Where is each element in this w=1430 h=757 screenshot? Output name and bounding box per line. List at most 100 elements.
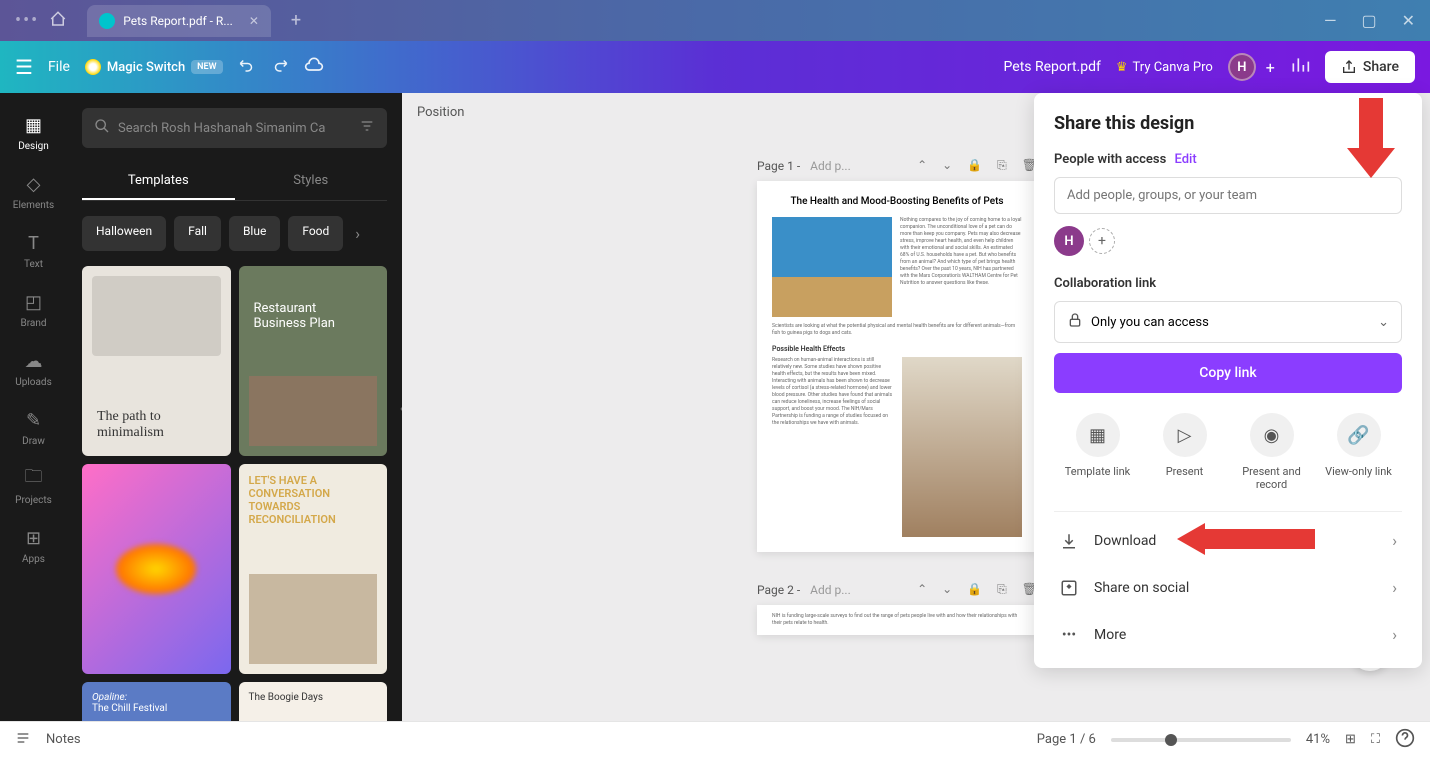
annotation-arrow-download [1177,523,1315,555]
page-up-icon[interactable]: ⌃ [917,582,927,597]
page-indicator[interactable]: Page 1 / 6 [1037,732,1096,747]
redo-icon[interactable] [271,56,289,78]
maximize-icon[interactable]: ▢ [1361,11,1376,30]
lock-icon [1067,312,1083,332]
brand-icon: ◰ [22,290,46,314]
action-label: Share on social [1094,580,1189,596]
present-record-option[interactable]: ◉ Present and record [1232,413,1312,491]
doc-image-dog [902,357,1022,537]
add-user-icon[interactable]: + [1089,228,1115,254]
access-value: Only you can access [1091,315,1209,330]
undo-icon[interactable] [238,56,256,78]
tab-templates[interactable]: Templates [82,163,235,200]
page-name-input[interactable]: Add p... [810,583,851,597]
chevron-right-icon: › [1392,625,1397,644]
fullscreen-icon[interactable]: ⛶ [1371,732,1380,747]
template-thumbnail [249,574,378,664]
minimize-icon[interactable]: — [1324,11,1337,30]
template-card[interactable]: Opaline: The Chill Festival [82,682,231,721]
share-button[interactable]: Share [1325,51,1415,83]
sidebar-item-text[interactable]: T Text [0,221,67,280]
grid-view-icon[interactable]: ⊞ [1345,732,1356,747]
template-card[interactable]: Restaurant Business Plan [239,266,388,456]
help-icon[interactable] [1395,728,1415,752]
doc-body-text: Research on human-animal interactions is… [772,357,894,537]
zoom-thumb[interactable] [1165,734,1177,746]
duplicate-icon[interactable]: ⎘ [997,582,1007,597]
template-card[interactable]: The path to minimalism [82,266,231,456]
zoom-value[interactable]: 41% [1306,732,1330,747]
user-avatar[interactable]: H [1228,53,1256,81]
try-pro-label: Try Canva Pro [1133,60,1213,75]
view-only-option[interactable]: 🔗 View-only link [1319,413,1399,491]
hamburger-icon[interactable]: ☰ [15,55,33,79]
cloud-sync-icon[interactable] [304,55,324,79]
chip-blue[interactable]: Blue [229,216,280,251]
template-card[interactable]: The Boogie Days [239,682,388,721]
position-button[interactable]: Position [417,105,464,120]
template-card[interactable]: LET'S HAVE A CONVERSATION TOWARDS RECONC… [239,464,388,674]
notes-button[interactable]: Notes [46,732,81,747]
download-icon [1059,532,1079,550]
nav-label: Text [24,259,43,270]
sidebar-item-uploads[interactable]: ☁ Uploads [0,339,67,398]
document-title[interactable]: Pets Report.pdf [1004,59,1101,75]
canva-icon [99,13,115,29]
add-tab-icon[interactable]: + [291,10,301,31]
chip-halloween[interactable]: Halloween [82,216,166,251]
page-down-icon[interactable]: ⌄ [942,158,952,173]
add-people-input[interactable] [1054,177,1402,214]
draw-icon: ✎ [22,408,46,432]
page-down-icon[interactable]: ⌄ [942,582,952,597]
analytics-icon[interactable] [1290,55,1310,79]
template-card[interactable] [82,464,231,674]
search-icon [94,118,110,138]
sidebar-item-elements[interactable]: ◇ Elements [0,162,67,221]
tab-styles[interactable]: Styles [235,163,388,200]
uploads-icon: ☁ [22,349,46,373]
sidebar-item-design[interactable]: ▦ Design [0,103,67,162]
canvas-page-1[interactable]: The Health and Mood-Boosting Benefits of… [757,181,1037,552]
projects-icon: 🗀 [22,467,46,491]
present-option[interactable]: ▷ Present [1145,413,1225,491]
notes-icon[interactable] [15,730,31,750]
chip-fall[interactable]: Fall [174,216,221,251]
doc-image-cat [772,217,892,317]
collapse-panel-icon[interactable]: ‹ [394,372,402,442]
add-member-icon[interactable]: + [1266,58,1275,77]
magic-switch-button[interactable]: Magic Switch NEW [85,59,223,75]
lock-icon[interactable]: 🔒 [967,582,982,597]
sidebar-item-projects[interactable]: 🗀 Projects [0,457,67,516]
filter-icon[interactable] [359,118,375,138]
browser-tab[interactable]: Pets Report.pdf - R... ✕ [87,5,271,37]
chip-food[interactable]: Food [288,216,343,251]
user-avatar[interactable]: H [1054,226,1084,256]
zoom-slider[interactable] [1111,738,1291,742]
home-icon[interactable] [49,10,67,32]
sidebar-item-brand[interactable]: ◰ Brand [0,280,67,339]
menu-dots-icon[interactable]: ••• [15,10,39,31]
lock-icon[interactable]: 🔒 [967,158,982,173]
search-input[interactable] [118,121,351,136]
page-name-input[interactable]: Add p... [810,159,851,173]
chip-more-icon[interactable]: › [351,216,364,251]
annotation-arrow-share [1359,98,1395,178]
access-dropdown[interactable]: Only you can access ⌄ [1054,301,1402,343]
close-window-icon[interactable]: ✕ [1402,11,1415,30]
edit-access-link[interactable]: Edit [1175,152,1197,167]
close-icon[interactable]: ✕ [249,14,259,28]
try-pro-button[interactable]: ♛ Try Canva Pro [1116,60,1213,75]
option-label: Present [1166,465,1204,478]
template-link-option[interactable]: ▦ Template link [1058,413,1138,491]
people-access-label: People with access [1054,152,1166,167]
duplicate-icon[interactable]: ⎘ [997,158,1007,173]
file-menu[interactable]: File [48,59,70,75]
sidebar-item-apps[interactable]: ⊞ Apps [0,516,67,575]
more-action[interactable]: ••• More › [1054,611,1402,658]
canvas-page-2[interactable]: NIH is funding large-scale surveys to fi… [757,605,1037,635]
page-up-icon[interactable]: ⌃ [917,158,927,173]
share-social-action[interactable]: Share on social › [1054,564,1402,611]
search-box[interactable] [82,108,387,148]
copy-link-button[interactable]: Copy link [1054,353,1402,393]
sidebar-item-draw[interactable]: ✎ Draw [0,398,67,457]
